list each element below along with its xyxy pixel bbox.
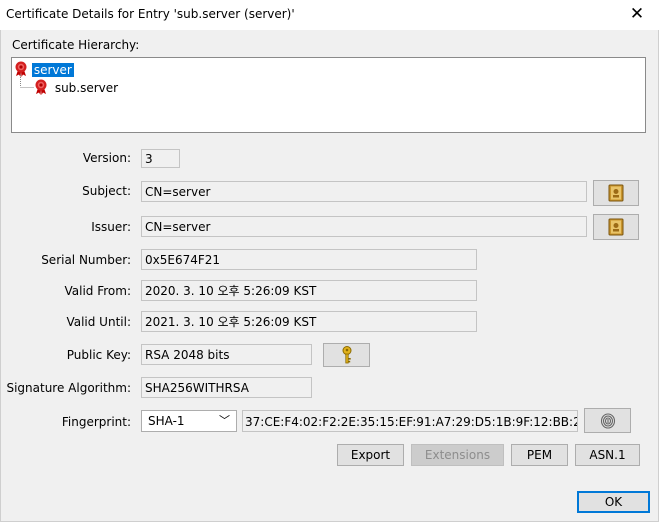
signature-algorithm-field[interactable]: SHA256WITHRSA (141, 377, 312, 398)
asn1-button[interactable]: ASN.1 (575, 444, 640, 466)
fingerprint-algorithm-select[interactable]: SHA-1 ﹀ (141, 410, 237, 432)
tree-node-label: sub.server (54, 81, 119, 95)
key-icon (342, 346, 351, 364)
fingerprint-icon (600, 412, 615, 429)
signature-algorithm-label: Signature Algorithm: (6, 381, 131, 395)
chevron-down-icon: ﹀ (219, 414, 230, 427)
issuer-details-button[interactable] (593, 214, 639, 240)
extensions-button[interactable]: Extensions (411, 444, 504, 466)
valid-from-label: Valid From: (64, 284, 131, 298)
subject-label: Subject: (82, 184, 131, 198)
certificate-icon (34, 79, 48, 95)
serial-number-label: Serial Number: (41, 253, 131, 267)
copy-fingerprint-button[interactable] (584, 408, 631, 433)
close-icon[interactable]: ✕ (615, 0, 659, 30)
valid-from-field[interactable]: 2020. 3. 10 오후 5:26:09 KST (141, 280, 477, 301)
hierarchy-label: Certificate Hierarchy: (12, 38, 140, 52)
version-field[interactable]: 3 (141, 149, 180, 168)
version-label: Version: (82, 151, 131, 165)
title-bar: Certificate Details for Entry 'sub.serve… (0, 0, 659, 30)
fingerprint-field[interactable]: 37:CE:F4:02:F2:2E:35:15:EF:91:A7:29:D5:1… (242, 410, 578, 432)
valid-until-label: Valid Until: (66, 315, 131, 329)
address-book-icon (608, 184, 624, 202)
issuer-label: Issuer: (91, 220, 131, 234)
fingerprint-label: Fingerprint: (61, 415, 131, 429)
subject-field[interactable]: CN=server (141, 181, 587, 202)
issuer-field[interactable]: CN=server (141, 216, 587, 237)
valid-until-field[interactable]: 2021. 3. 10 오후 5:26:09 KST (141, 311, 477, 332)
tree-node-sub-server[interactable]: sub.server (34, 79, 118, 95)
tree-connector (20, 75, 34, 88)
ok-button[interactable]: OK (577, 491, 650, 513)
certificate-hierarchy-tree[interactable]: server sub.server (11, 57, 646, 133)
fingerprint-algorithm-value: SHA-1 (148, 414, 185, 428)
address-book-icon (608, 218, 624, 236)
serial-number-field[interactable]: 0x5E674F21 (141, 249, 477, 270)
subject-details-button[interactable] (593, 180, 639, 206)
public-key-label: Public Key: (66, 348, 131, 362)
window-title: Certificate Details for Entry 'sub.serve… (6, 7, 295, 21)
pem-button[interactable]: PEM (511, 444, 568, 466)
public-key-details-button[interactable] (323, 343, 370, 367)
tree-node-label: server (31, 63, 74, 77)
public-key-field[interactable]: RSA 2048 bits (141, 344, 312, 365)
export-button[interactable]: Export (337, 444, 404, 466)
